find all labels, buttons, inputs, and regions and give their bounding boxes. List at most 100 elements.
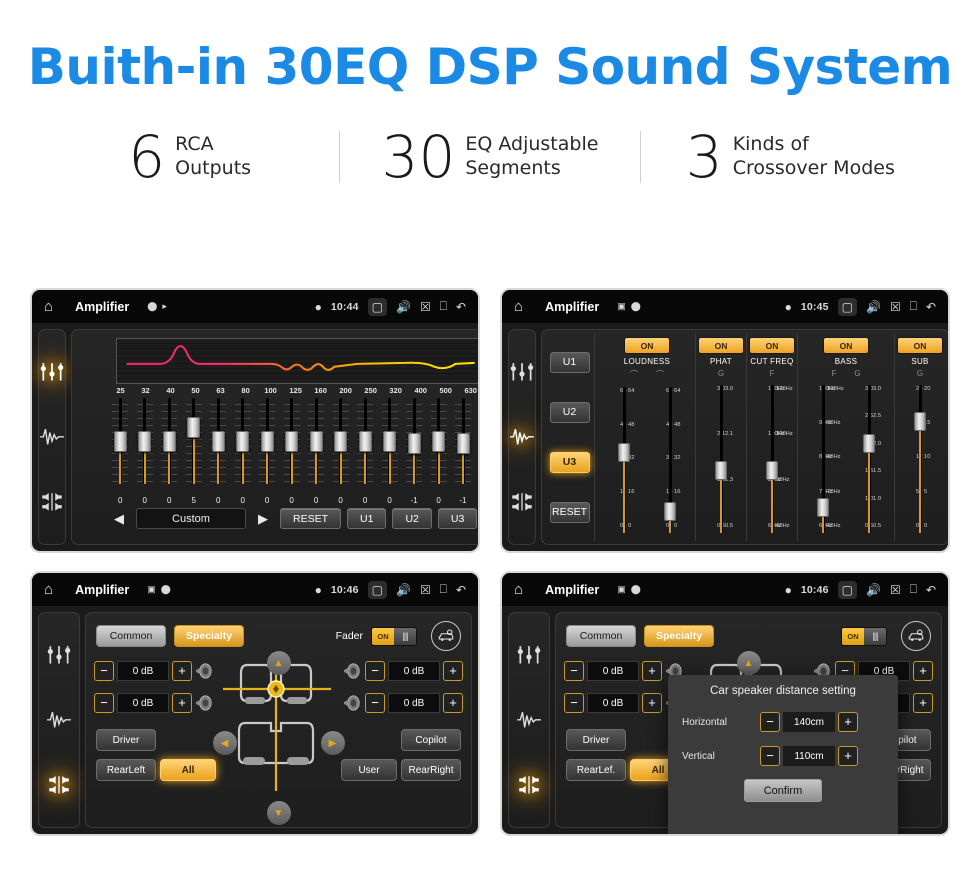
slider-knob[interactable]: [914, 412, 926, 432]
position-down-button[interactable]: ▼: [266, 801, 291, 825]
position-right-button[interactable]: ▶: [320, 731, 345, 755]
eq-band-slider[interactable]: [279, 396, 303, 496]
slider-knob[interactable]: [432, 430, 446, 452]
slider-knob[interactable]: [211, 430, 225, 452]
home-icon[interactable]: ⌂: [514, 298, 523, 315]
preset-u1-button[interactable]: U1: [347, 508, 387, 529]
eq-band-slider[interactable]: [402, 396, 426, 496]
preset-u3-button[interactable]: U3: [437, 508, 478, 529]
waveform-icon[interactable]: [46, 709, 72, 731]
slider-knob[interactable]: [285, 430, 299, 452]
eq-band-slider[interactable]: [108, 396, 132, 496]
slider-knob[interactable]: [715, 461, 727, 481]
position-left-button[interactable]: ◀: [212, 731, 237, 755]
tab-specialty[interactable]: Specialty: [644, 625, 714, 647]
slider-knob[interactable]: [456, 433, 470, 455]
slider-knob[interactable]: [187, 416, 201, 438]
vertical-plus-button[interactable]: +: [838, 746, 858, 766]
tab-common[interactable]: Common: [96, 625, 166, 647]
preset-next-button[interactable]: ▶: [252, 511, 274, 527]
effect-toggle-loudness[interactable]: ON: [624, 337, 670, 354]
camera-icon[interactable]: ▢: [837, 580, 858, 599]
effect-slider[interactable]: 644832160644832160: [601, 383, 647, 537]
slider-knob[interactable]: [113, 430, 127, 452]
recents-icon[interactable]: ⎕: [440, 299, 447, 314]
car-settings-icon[interactable]: [901, 621, 931, 651]
slider-knob[interactable]: [138, 430, 152, 452]
effect-toggle-cut-freq[interactable]: ON: [749, 337, 795, 354]
gain-plus-button[interactable]: +: [172, 693, 192, 713]
effect-slider[interactable]: 3.02.52.01.51.00.53.02.52.01.51.00.5: [846, 381, 892, 537]
slider-knob[interactable]: [766, 461, 778, 481]
home-icon[interactable]: ⌂: [44, 298, 53, 315]
gain-stepper-rear-left[interactable]: −0 dB +: [564, 693, 684, 713]
preset-u2-button[interactable]: U2: [392, 508, 432, 529]
camera-icon[interactable]: ▢: [837, 297, 858, 316]
eq-band-slider[interactable]: [157, 396, 181, 496]
recents-icon[interactable]: ⎕: [910, 582, 917, 597]
gain-plus-button[interactable]: +: [172, 661, 192, 681]
slider-knob[interactable]: [334, 430, 348, 452]
horizontal-minus-button[interactable]: −: [760, 712, 780, 732]
eq-band-slider[interactable]: [181, 396, 205, 496]
home-icon[interactable]: ⌂: [514, 581, 523, 598]
balance-icon[interactable]: [509, 491, 535, 513]
fader-toggle[interactable]: ON ||||: [371, 626, 417, 646]
close-icon[interactable]: ☒: [890, 300, 901, 314]
slider-knob[interactable]: [383, 430, 397, 452]
preset-prev-button[interactable]: ◀: [108, 511, 130, 527]
eq-band-slider[interactable]: [206, 396, 230, 496]
eq-band-slider[interactable]: [328, 396, 352, 496]
slider-knob[interactable]: [618, 442, 630, 462]
gain-minus-button[interactable]: −: [564, 661, 584, 681]
balance-icon[interactable]: [516, 774, 542, 796]
volume-icon[interactable]: 🔊: [866, 300, 881, 314]
eq-band-slider[interactable]: [132, 396, 156, 496]
volume-icon[interactable]: 🔊: [866, 583, 881, 597]
waveform-icon[interactable]: [516, 709, 542, 731]
slider-knob[interactable]: [817, 497, 829, 517]
gain-stepper-rear-right[interactable]: −0 dB+: [343, 693, 463, 713]
eq-band-slider[interactable]: [451, 396, 475, 496]
close-icon[interactable]: ☒: [420, 583, 431, 597]
effect-slider[interactable]: 2015105020151050: [897, 381, 943, 537]
camera-icon[interactable]: ▢: [367, 297, 388, 316]
back-icon[interactable]: ↶: [456, 583, 466, 597]
position-rearleft-button[interactable]: RearLeft: [96, 759, 156, 781]
gain-plus-button[interactable]: +: [443, 693, 463, 713]
gain-stepper-front-left[interactable]: −0 dB +: [94, 661, 214, 681]
waveform-icon[interactable]: [509, 426, 535, 448]
vertical-stepper[interactable]: − 110cm +: [760, 745, 858, 767]
slider-knob[interactable]: [309, 430, 323, 452]
gain-plus-button[interactable]: +: [913, 661, 933, 681]
gain-plus-button[interactable]: +: [642, 661, 662, 681]
slider-knob[interactable]: [358, 430, 372, 452]
preset-u2-button[interactable]: U2: [549, 401, 590, 423]
recents-icon[interactable]: ⎕: [910, 299, 917, 314]
eq-slider-bank[interactable]: [108, 396, 475, 496]
eq-sliders-icon[interactable]: [516, 644, 542, 666]
gain-stepper-rear-left[interactable]: −0 dB +: [94, 693, 214, 713]
position-copilot-button[interactable]: Copilot: [401, 729, 461, 751]
slider-knob[interactable]: [236, 430, 250, 452]
car-seat-map[interactable]: [219, 657, 339, 797]
position-driver-button[interactable]: Driver: [96, 729, 156, 751]
reset-button[interactable]: RESET: [280, 508, 342, 529]
position-rearright-button[interactable]: RearRight: [401, 759, 461, 781]
effect-slider[interactable]: 100Hz 90Hz 80Hz 70Hz 60Hz 100Hz 90Hz 80Hz 70Hz 60…: [800, 381, 846, 537]
effect-toggle-sub[interactable]: ON: [897, 337, 943, 354]
reset-button[interactable]: RESET: [549, 501, 590, 523]
gain-plus-button[interactable]: +: [642, 693, 662, 713]
confirm-button[interactable]: Confirm: [744, 779, 822, 802]
position-up-button[interactable]: ▲: [266, 651, 291, 675]
volume-icon[interactable]: 🔊: [396, 583, 411, 597]
effect-toggle-bass[interactable]: ON: [823, 337, 869, 354]
back-icon[interactable]: ↶: [926, 300, 936, 314]
vertical-minus-button[interactable]: −: [760, 746, 780, 766]
tab-specialty[interactable]: Specialty: [174, 625, 244, 647]
home-icon[interactable]: ⌂: [44, 581, 53, 598]
volume-icon[interactable]: 🔊: [396, 300, 411, 314]
position-rearleft-button[interactable]: RearLef.: [566, 759, 626, 781]
back-icon[interactable]: ↶: [926, 583, 936, 597]
horizontal-plus-button[interactable]: +: [838, 712, 858, 732]
